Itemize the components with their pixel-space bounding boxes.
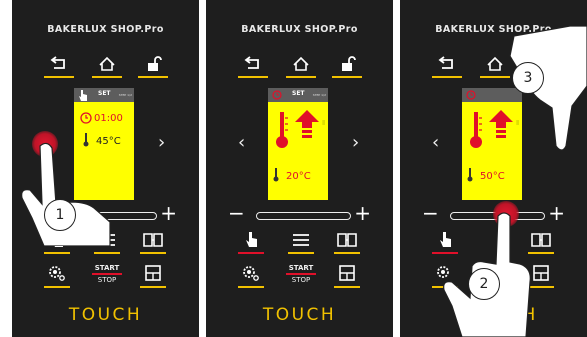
stop-label: STOP [97, 276, 117, 284]
screen-header: SET STEP 1/2 [268, 88, 328, 102]
recipes-button[interactable] [334, 228, 360, 254]
save-button[interactable] [334, 262, 360, 288]
unlock-icon [342, 56, 356, 71]
step-marker: 3 [512, 62, 544, 94]
thermometer-icon [276, 112, 288, 148]
clock-icon [466, 90, 476, 100]
back-button[interactable] [238, 56, 268, 78]
display-screen[interactable]: SET STEP 1/2 ||||| 20°C [268, 88, 328, 200]
book-icon [337, 233, 357, 247]
brand-logo: BAKERLUX SHOP.Pro [241, 24, 358, 35]
finger-touch-icon [246, 232, 257, 247]
touch-mode-button[interactable] [238, 228, 264, 254]
screen-header: SET STEP 1/2 [74, 88, 134, 102]
back-button[interactable] [44, 56, 74, 78]
screen-title: SET [292, 90, 305, 97]
timer-value: 01:00 [94, 113, 123, 124]
back-button[interactable] [432, 56, 462, 78]
next-arrow[interactable]: › [158, 132, 165, 153]
brand-logo: BAKERLUX SHOP.Pro [47, 24, 164, 35]
home-button[interactable] [286, 56, 316, 78]
hand-pointer-icon [21, 142, 111, 246]
thermometer-icon [467, 168, 473, 182]
start-stop-button[interactable]: START STOP [286, 264, 316, 284]
screen-step: STEP 1/2 [312, 93, 326, 97]
save-icon [339, 265, 355, 281]
plus-button[interactable]: + [354, 203, 371, 223]
clock-icon [272, 90, 282, 100]
settings-button[interactable] [238, 262, 264, 288]
save-button[interactable] [140, 262, 166, 288]
book-icon [143, 233, 163, 247]
hand-pointer-icon [509, 26, 587, 151]
settings-button[interactable] [44, 262, 70, 288]
minus-button[interactable]: − [422, 203, 439, 223]
back-icon [244, 56, 259, 69]
start-label: START [92, 264, 122, 275]
settings-icon [243, 266, 259, 281]
temperature-value: 20°C [286, 171, 311, 182]
next-arrow[interactable]: › [352, 132, 359, 153]
arrow-up-icon [295, 110, 319, 138]
menu-button[interactable] [288, 228, 314, 254]
step-marker: 1 [44, 199, 76, 231]
recipes-button[interactable] [140, 228, 166, 254]
settings-icon [49, 266, 65, 281]
start-label: START [286, 264, 316, 275]
home-icon [293, 56, 309, 71]
thermometer-icon [470, 112, 482, 148]
stop-label: STOP [291, 276, 311, 284]
back-icon [438, 56, 453, 69]
thermometer-icon [273, 168, 279, 182]
value-slider[interactable]: − + [228, 203, 371, 223]
screen-title: SET [98, 90, 111, 97]
touch-logo: TOUCH [68, 305, 143, 325]
home-button[interactable] [92, 56, 122, 78]
touch-logo: TOUCH [262, 305, 337, 325]
clock-icon [80, 112, 92, 124]
prev-arrow[interactable]: ‹ [432, 132, 439, 153]
save-icon [145, 265, 161, 281]
plus-button[interactable]: + [548, 203, 565, 223]
unlock-button[interactable] [332, 56, 362, 78]
control-panel-1: BAKERLUX SHOP.Pro SET STEP 1/2 01:00 45°… [12, 0, 199, 337]
menu-icon [293, 234, 309, 246]
control-panel-3: BAKERLUX SHOP.Pro ||||| 50°C ‹ − + 3 2 [400, 0, 587, 337]
plus-button[interactable]: + [160, 203, 177, 223]
back-icon [50, 56, 65, 69]
slider-track[interactable] [256, 212, 351, 220]
start-stop-button[interactable]: START STOP [92, 264, 122, 284]
step-marker: 2 [468, 268, 500, 300]
unlock-button[interactable] [138, 56, 168, 78]
temperature-value: 50°C [480, 171, 505, 182]
screen-step: STEP 1/2 [118, 93, 132, 97]
home-icon [99, 56, 115, 71]
side-scale: ||||| [322, 120, 326, 126]
unlock-icon [148, 56, 162, 71]
prev-arrow[interactable]: ‹ [238, 132, 245, 153]
control-panel-2: BAKERLUX SHOP.Pro SET STEP 1/2 ||||| 20°… [206, 0, 393, 337]
finger-touch-icon [79, 90, 87, 101]
minus-button[interactable]: − [228, 203, 245, 223]
